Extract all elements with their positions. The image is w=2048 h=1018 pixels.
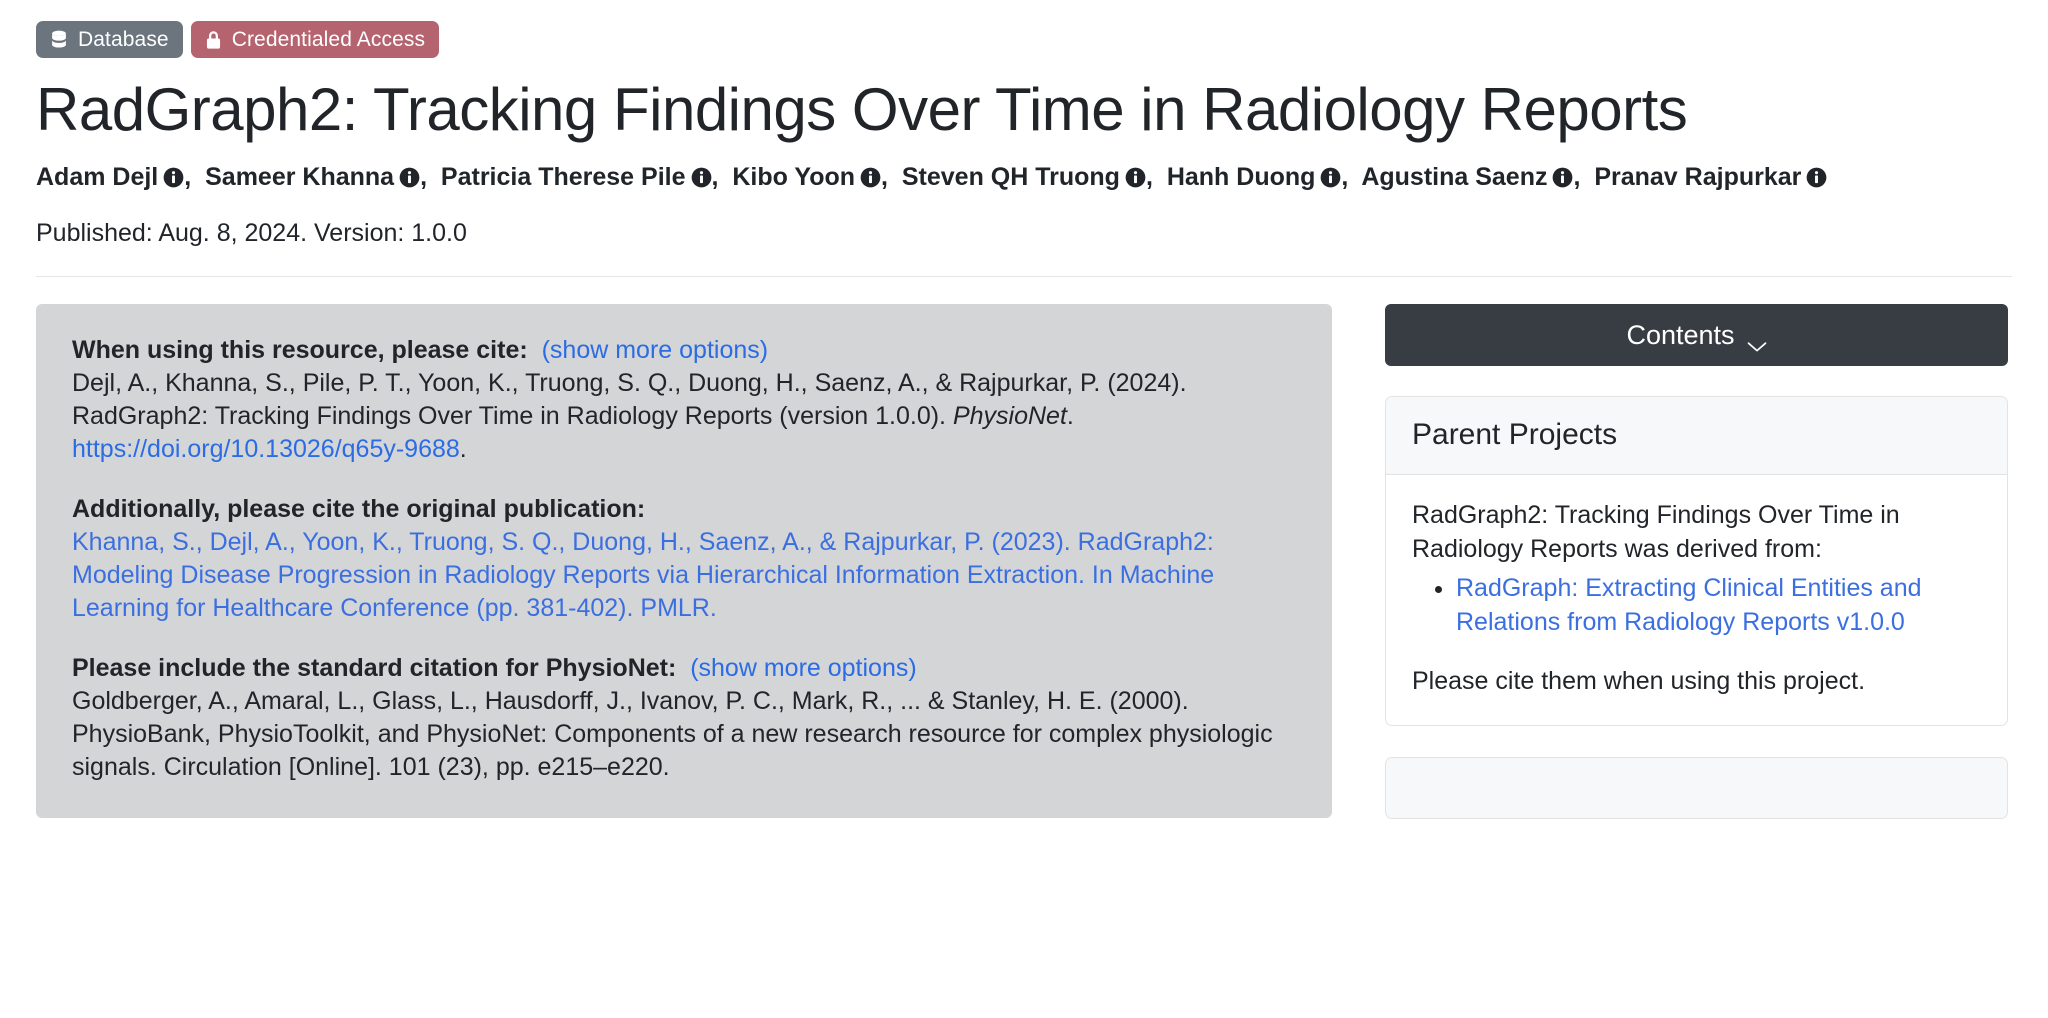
chevron-down-icon [1747, 329, 1767, 352]
author-separator: , [1145, 163, 1167, 192]
author-list: Adam Dejl, Sameer Khanna, Patricia There… [36, 161, 2012, 194]
content-columns: When using this resource, please cite: (… [36, 304, 2012, 819]
author-name: Pranav Rajpurkar [1594, 163, 1802, 192]
page-title: RadGraph2: Tracking Findings Over Time i… [36, 76, 1688, 143]
parent-project-link[interactable]: RadGraph: Extracting Clinical Entities a… [1456, 574, 1922, 636]
author-7: Pranav Rajpurkar [1594, 163, 1827, 191]
info-icon[interactable] [399, 164, 420, 188]
citation-block-resource: When using this resource, please cite: (… [72, 334, 1296, 466]
author-separator: , [881, 163, 902, 192]
author-5: Hanh Duong [1167, 163, 1342, 191]
lock-icon [205, 30, 222, 50]
badge-access-label: Credentialed Access [231, 27, 426, 51]
citation-text-part-3: . [459, 435, 467, 464]
info-icon[interactable] [1320, 164, 1341, 188]
badge-credentialed-access: Credentialed Access [190, 21, 440, 58]
citation-block-physionet: Please include the standard citation for… [72, 652, 1296, 784]
info-icon[interactable] [691, 164, 712, 188]
show-more-options-link-1[interactable]: (show more options) [542, 336, 768, 364]
original-publication-link[interactable]: Khanna, S., Dejl, A., Yoon, K., Truong, … [72, 528, 1214, 622]
next-panel-partial [1385, 756, 2008, 819]
author-name: Sameer Khanna [205, 163, 395, 192]
citation-text: Goldberger, A., Amaral, L., Glass, L., H… [72, 687, 1273, 782]
author-name: Steven QH Truong [901, 163, 1120, 192]
contents-button-label: Contents [1626, 319, 1735, 350]
contents-button[interactable]: Contents [1385, 304, 2008, 367]
section-divider [36, 276, 2012, 278]
parent-projects-list: RadGraph: Extracting Clinical Entities a… [1412, 572, 1981, 639]
author-separator: , [1573, 163, 1595, 192]
author-separator: , [420, 163, 441, 192]
citation-heading: When using this resource, please cite: [72, 336, 528, 365]
info-icon[interactable] [860, 164, 881, 188]
badge-row: Database Credentialed Access [36, 0, 2012, 58]
parent-projects-footer: Please cite them when using this project… [1412, 667, 1866, 696]
author-name: Patricia Therese Pile [440, 163, 686, 192]
citation-italic-journal: PhysioNet [952, 402, 1067, 431]
citation-card: When using this resource, please cite: (… [36, 304, 1332, 819]
citation-text-part-2: . [1066, 402, 1074, 431]
badge-database: Database [36, 21, 183, 58]
list-item: RadGraph: Extracting Clinical Entities a… [1456, 572, 1981, 639]
author-0: Adam Dejl [36, 163, 184, 191]
info-icon[interactable] [1125, 164, 1146, 188]
citation-heading: Additionally, please cite the original p… [72, 495, 646, 524]
badge-database-label: Database [78, 27, 169, 51]
author-separator: , [1341, 163, 1362, 192]
project-page: Database Credentialed Access RadGraph2: … [0, 0, 2048, 1018]
info-icon[interactable] [1806, 164, 1827, 188]
citation-text: Dejl, A., Khanna, S., Pile, P. T., Yoon,… [72, 367, 1296, 466]
parent-projects-title: Parent Projects [1386, 397, 2007, 476]
sidebar: Contents Parent Projects RadGraph2: Trac… [1385, 304, 2008, 819]
author-name: Kibo Yoon [732, 163, 856, 192]
parent-projects-body: RadGraph2: Tracking Findings Over Time i… [1386, 475, 2007, 725]
citation-block-original: Additionally, please cite the original p… [72, 493, 1296, 625]
author-6: Agustina Saenz [1361, 163, 1573, 191]
author-4: Steven QH Truong [902, 163, 1146, 191]
author-2: Patricia Therese Pile [441, 163, 712, 191]
info-icon[interactable] [163, 164, 184, 188]
author-name: Adam Dejl [36, 163, 159, 192]
author-3: Kibo Yoon [732, 163, 881, 191]
database-icon [50, 30, 68, 50]
author-name: Agustina Saenz [1361, 163, 1548, 192]
author-name: Hanh Duong [1166, 163, 1316, 192]
author-separator: , [184, 163, 206, 192]
author-1: Sameer Khanna [205, 163, 420, 191]
citation-heading: Please include the standard citation for… [72, 654, 677, 683]
parent-projects-panel: Parent Projects RadGraph2: Tracking Find… [1385, 396, 2008, 726]
show-more-options-link-2[interactable]: (show more options) [690, 654, 916, 682]
parent-projects-intro: RadGraph2: Tracking Findings Over Time i… [1412, 501, 1900, 563]
published-line: Published: Aug. 8, 2024. Version: 1.0.0 [36, 219, 467, 248]
main-column: When using this resource, please cite: (… [36, 304, 1332, 819]
doi-link[interactable]: https://doi.org/10.13026/q65y-9688 [72, 435, 460, 463]
info-icon[interactable] [1552, 164, 1573, 188]
author-separator: , [711, 163, 733, 192]
